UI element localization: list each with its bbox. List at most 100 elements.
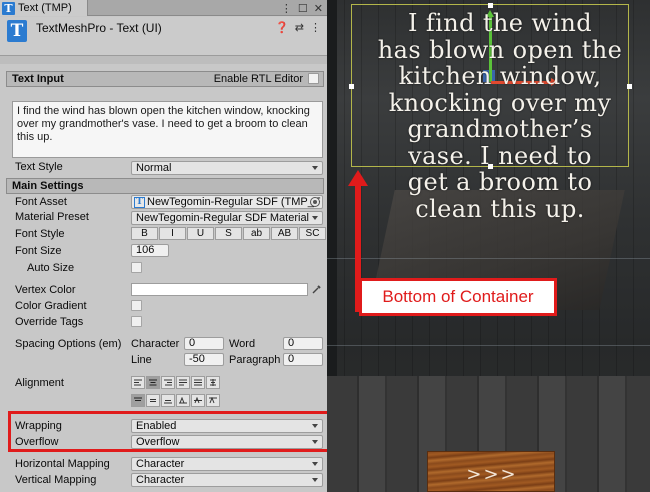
- component-divider: [0, 55, 327, 64]
- align-capline-icon: [209, 397, 217, 404]
- paragraph-spacing-label: Paragraph: [229, 354, 281, 366]
- align-center-icon: [149, 379, 157, 386]
- font-asset-field[interactable]: T NewTegomin-Regular SDF (TMP_F: [131, 195, 323, 209]
- rect-handle-top[interactable]: [488, 3, 493, 8]
- material-preset-value: NewTegomin-Regular SDF Material: [136, 212, 310, 224]
- word-spacing-input[interactable]: 0: [283, 337, 323, 350]
- vertical-mapping-dropdown[interactable]: Character: [131, 473, 323, 487]
- bold-button[interactable]: B: [131, 227, 158, 240]
- close-icon[interactable]: ✕: [314, 2, 323, 15]
- color-gradient-label: Color Gradient: [15, 300, 87, 312]
- font-style-label: Font Style: [15, 228, 65, 240]
- vertical-mapping-label: Vertical Mapping: [15, 474, 97, 486]
- uppercase-button[interactable]: AB: [271, 227, 298, 240]
- maximize-icon[interactable]: ☐: [298, 2, 308, 15]
- tmp-component-icon: T: [7, 20, 27, 42]
- align-right-button[interactable]: [161, 376, 175, 389]
- more-options-icon[interactable]: ⋮: [310, 21, 321, 34]
- arrow-up-icon: [348, 170, 368, 186]
- text-input-title: Text Input: [12, 73, 64, 85]
- tab-label: Text (TMP): [18, 2, 72, 14]
- vertical-alignment-buttons: [131, 394, 221, 407]
- spacing-options-label: Spacing Options (em): [15, 338, 122, 350]
- more-options-icon[interactable]: ⋮: [281, 2, 292, 15]
- scene-text-line: I find the wind: [407, 9, 593, 37]
- paragraph-spacing-input[interactable]: 0: [283, 353, 323, 366]
- align-left-button[interactable]: [131, 376, 145, 389]
- align-geometry-center-button[interactable]: [206, 376, 220, 389]
- scene-grid-line: [327, 345, 650, 346]
- next-button-label: >>>: [466, 464, 518, 485]
- align-bottom-button[interactable]: [161, 394, 175, 407]
- italic-button[interactable]: I: [159, 227, 186, 240]
- main-settings-header: Main Settings: [6, 178, 324, 194]
- override-tags-label: Override Tags: [15, 316, 84, 328]
- line-spacing-label: Line: [131, 354, 152, 366]
- color-gradient-checkbox[interactable]: [131, 300, 142, 311]
- character-spacing-input[interactable]: 0: [184, 337, 224, 350]
- align-justified-button[interactable]: [176, 376, 190, 389]
- vertex-color-swatch[interactable]: [131, 283, 308, 296]
- vertical-mapping-value: Character: [136, 474, 185, 486]
- presets-icon[interactable]: ⇄: [295, 21, 304, 34]
- scene-text-mesh: I find the wind has blown open the kitch…: [352, 10, 648, 222]
- font-asset-label: Font Asset: [15, 196, 67, 208]
- horizontal-alignment-buttons: [131, 376, 221, 389]
- strikethrough-button[interactable]: S: [215, 227, 242, 240]
- tab-text-tmp[interactable]: T Text (TMP): [0, 0, 88, 16]
- underline-button[interactable]: U: [187, 227, 214, 240]
- material-preset-dropdown[interactable]: NewTegomin-Regular SDF Material: [131, 211, 323, 225]
- scene-view[interactable]: I find the wind has blown open the kitch…: [327, 0, 650, 492]
- main-settings-title: Main Settings: [12, 180, 84, 192]
- align-left-icon: [134, 379, 142, 386]
- align-capline-button[interactable]: [206, 394, 220, 407]
- auto-size-checkbox[interactable]: [131, 262, 142, 273]
- auto-size-label: Auto Size: [27, 262, 75, 274]
- scene-text-line: has blown open the: [377, 35, 623, 64]
- text-input-header: Text Input Enable RTL Editor: [6, 71, 324, 87]
- line-spacing-input[interactable]: -50: [184, 353, 224, 366]
- component-header: T TextMeshPro - Text (UI) ❓ ⇄ ⋮: [0, 17, 327, 55]
- text-style-label: Text Style: [15, 161, 63, 173]
- tab-bar: T Text (TMP) ⋮ ☐ ✕: [0, 0, 327, 16]
- material-preset-label: Material Preset: [15, 211, 89, 223]
- smallcaps-button[interactable]: SC: [299, 227, 326, 240]
- align-middle-button[interactable]: [146, 394, 160, 407]
- chevron-down-icon: [312, 478, 318, 482]
- align-top-icon: [134, 397, 142, 401]
- help-icon[interactable]: ❓: [275, 21, 289, 34]
- override-tags-checkbox[interactable]: [131, 316, 142, 327]
- align-baseline-icon: [179, 397, 187, 404]
- tab-actions: ⋮ ☐ ✕: [281, 0, 323, 16]
- align-middle-icon: [150, 399, 156, 402]
- align-flush-button[interactable]: [191, 376, 205, 389]
- font-size-input[interactable]: 106: [131, 244, 169, 257]
- inspector-panel: T Text (TMP) ⋮ ☐ ✕ T TextMeshPro - Text …: [0, 0, 327, 492]
- align-top-button[interactable]: [131, 394, 145, 407]
- text-input-area[interactable]: I find the wind has blown open the kitch…: [12, 101, 323, 158]
- align-bottom-icon: [164, 400, 172, 404]
- align-midline-icon: [194, 397, 202, 404]
- horizontal-mapping-dropdown[interactable]: Character: [131, 457, 323, 471]
- wrapping-overflow-highlight: [8, 411, 327, 452]
- text-style-dropdown[interactable]: Normal: [131, 161, 323, 175]
- align-midline-button[interactable]: [191, 394, 205, 407]
- next-button[interactable]: >>>: [427, 451, 555, 492]
- font-asset-value: NewTegomin-Regular SDF (TMP_F: [147, 196, 321, 208]
- scene-grid-line: [327, 258, 650, 259]
- chevron-down-icon: [312, 462, 318, 466]
- horizontal-mapping-value: Character: [136, 458, 185, 470]
- scene-text-line: clean this up.: [415, 194, 585, 223]
- lowercase-button[interactable]: ab: [243, 227, 270, 240]
- align-baseline-button[interactable]: [176, 394, 190, 407]
- align-right-icon: [164, 379, 172, 386]
- font-size-label: Font Size: [15, 245, 62, 257]
- align-center-button[interactable]: [146, 376, 160, 389]
- chevron-down-icon: [312, 166, 318, 170]
- component-actions: ❓ ⇄ ⋮: [275, 21, 321, 34]
- object-picker-icon[interactable]: [310, 197, 320, 207]
- align-justified-icon: [179, 379, 187, 386]
- eyedropper-icon[interactable]: [312, 284, 322, 294]
- rtl-editor-checkbox[interactable]: [308, 73, 319, 84]
- tmp-text-icon: T: [2, 1, 15, 15]
